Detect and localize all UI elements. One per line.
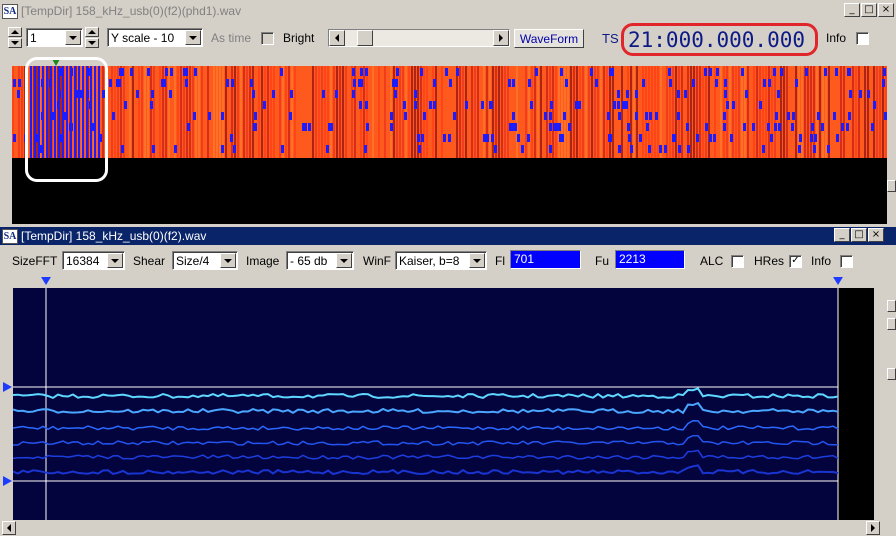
maximize-button[interactable]: □ xyxy=(851,228,867,242)
sizefft-label: SizeFFT xyxy=(12,254,58,268)
winf-select[interactable]: Kaiser, b=8 xyxy=(395,251,487,270)
right-freq-marker-icon[interactable] xyxy=(833,277,843,285)
bottom-window-titlebar[interactable]: SA [TempDir] 158_kHz_usb(0)(f2).wav _ □ … xyxy=(0,227,896,245)
left-arrow-icon xyxy=(335,34,339,42)
yscale-select[interactable]: Y scale - 10 xyxy=(107,28,203,47)
top-window-title: [TempDir] 158_kHz_usb(0)(f2)(phd1).wav xyxy=(21,4,242,18)
minimize-button[interactable]: _ xyxy=(834,228,850,242)
dropdown-arrow-icon[interactable] xyxy=(336,253,352,268)
app-icon[interactable]: SA xyxy=(2,228,18,244)
down-arrow-icon xyxy=(88,41,96,45)
up-arrow-icon xyxy=(88,30,96,34)
right-arrow-icon xyxy=(871,524,875,532)
bright-slider[interactable] xyxy=(328,29,510,47)
top-window: SA [TempDir] 158_kHz_usb(0)(f2)(phd1).wa… xyxy=(0,0,896,224)
scroll-up-button[interactable] xyxy=(887,180,896,192)
shear-label: Shear xyxy=(133,254,166,268)
scroll-left-button[interactable] xyxy=(2,521,16,535)
fu-input[interactable]: 2213 xyxy=(615,250,685,269)
scroll-right-button[interactable] xyxy=(887,368,896,380)
shear-select[interactable]: Size/4 xyxy=(172,251,238,270)
dropdown-arrow-icon[interactable] xyxy=(185,30,201,45)
slider-left-button[interactable] xyxy=(329,30,345,46)
left-freq-marker-icon[interactable] xyxy=(41,277,51,285)
top-info-checkbox[interactable] xyxy=(856,32,869,45)
sizefft-select[interactable]: 16384 xyxy=(62,251,125,270)
waterfall-image xyxy=(12,66,888,158)
slider-thumb[interactable] xyxy=(357,30,373,46)
bottom-info-checkbox[interactable] xyxy=(840,255,853,268)
minimize-button[interactable]: _ xyxy=(844,3,860,17)
winf-value: Kaiser, b=8 xyxy=(399,253,460,268)
bottom-vertical-scrollbar[interactable] xyxy=(887,288,896,520)
bottom-info-label: Info xyxy=(811,254,832,268)
waterfall-display[interactable] xyxy=(12,66,888,224)
spin-down-right[interactable] xyxy=(85,38,99,48)
image-label: Image xyxy=(246,254,280,268)
bottom-window: SA [TempDir] 158_kHz_usb(0)(f2).wav _ □ … xyxy=(0,226,896,536)
yscale-value: Y scale - 10 xyxy=(111,30,175,45)
down-arrow-icon xyxy=(11,41,19,45)
sizefft-value: 16384 xyxy=(66,253,100,268)
upper-level-marker-icon[interactable] xyxy=(3,382,12,392)
lower-level-marker-icon[interactable] xyxy=(3,476,12,486)
slider-right-button[interactable] xyxy=(493,30,509,46)
fl-label: Fl xyxy=(495,254,505,268)
app-icon[interactable]: SA xyxy=(2,3,18,19)
horizontal-scrollbar[interactable] xyxy=(0,520,887,536)
dropdown-arrow-icon[interactable] xyxy=(220,253,236,268)
top-vertical-scrollbar[interactable] xyxy=(887,66,896,224)
bottom-window-title: [TempDir] 158_kHz_usb(0)(f2).wav xyxy=(21,229,207,243)
up-arrow-icon xyxy=(11,30,19,34)
channel-select[interactable]: 1 xyxy=(26,28,83,47)
spectrogram-image xyxy=(13,288,874,520)
maximize-button[interactable]: □ xyxy=(861,3,877,17)
alc-checkbox[interactable] xyxy=(731,255,744,268)
spin-up-right[interactable] xyxy=(85,27,99,37)
hres-label: HRes xyxy=(754,254,785,268)
ts-highlight-circle xyxy=(621,23,818,56)
spectrogram-display[interactable] xyxy=(13,288,874,520)
spin-up-left[interactable] xyxy=(8,27,22,37)
spin-down-left[interactable] xyxy=(8,38,22,48)
top-info-label: Info xyxy=(826,31,847,45)
waveform-button-label: WaveForm xyxy=(519,31,579,46)
bright-label: Bright xyxy=(283,31,315,45)
image-value: - 65 db xyxy=(290,253,328,268)
waveform-button[interactable]: WaveForm xyxy=(514,29,584,48)
scroll-right-button[interactable] xyxy=(866,521,880,535)
dropdown-arrow-icon[interactable] xyxy=(65,30,81,45)
image-select[interactable]: - 65 db xyxy=(286,251,354,270)
dropdown-arrow-icon[interactable] xyxy=(469,253,485,268)
as-time-checkbox[interactable] xyxy=(261,32,274,45)
channel-value: 1 xyxy=(30,30,37,45)
ts-label: TS xyxy=(602,31,619,46)
scroll-down-button[interactable] xyxy=(887,318,896,330)
selection-highlight-box xyxy=(25,57,108,182)
hres-checkbox[interactable]: ✓ xyxy=(789,255,802,268)
winf-label: WinF xyxy=(363,254,391,268)
alc-label: ALC xyxy=(700,254,724,268)
close-button[interactable]: × xyxy=(878,3,894,17)
right-arrow-icon xyxy=(499,34,503,42)
as-time-label: As time xyxy=(211,31,252,45)
shear-value: Size/4 xyxy=(176,253,210,268)
left-arrow-icon xyxy=(7,524,11,532)
fl-input[interactable]: 701 xyxy=(510,250,581,269)
fu-label: Fu xyxy=(595,254,610,268)
top-window-titlebar[interactable]: SA [TempDir] 158_kHz_usb(0)(f2)(phd1).wa… xyxy=(0,2,896,20)
dropdown-arrow-icon[interactable] xyxy=(107,253,123,268)
scroll-up-button[interactable] xyxy=(887,300,896,312)
close-button[interactable]: × xyxy=(868,228,884,242)
